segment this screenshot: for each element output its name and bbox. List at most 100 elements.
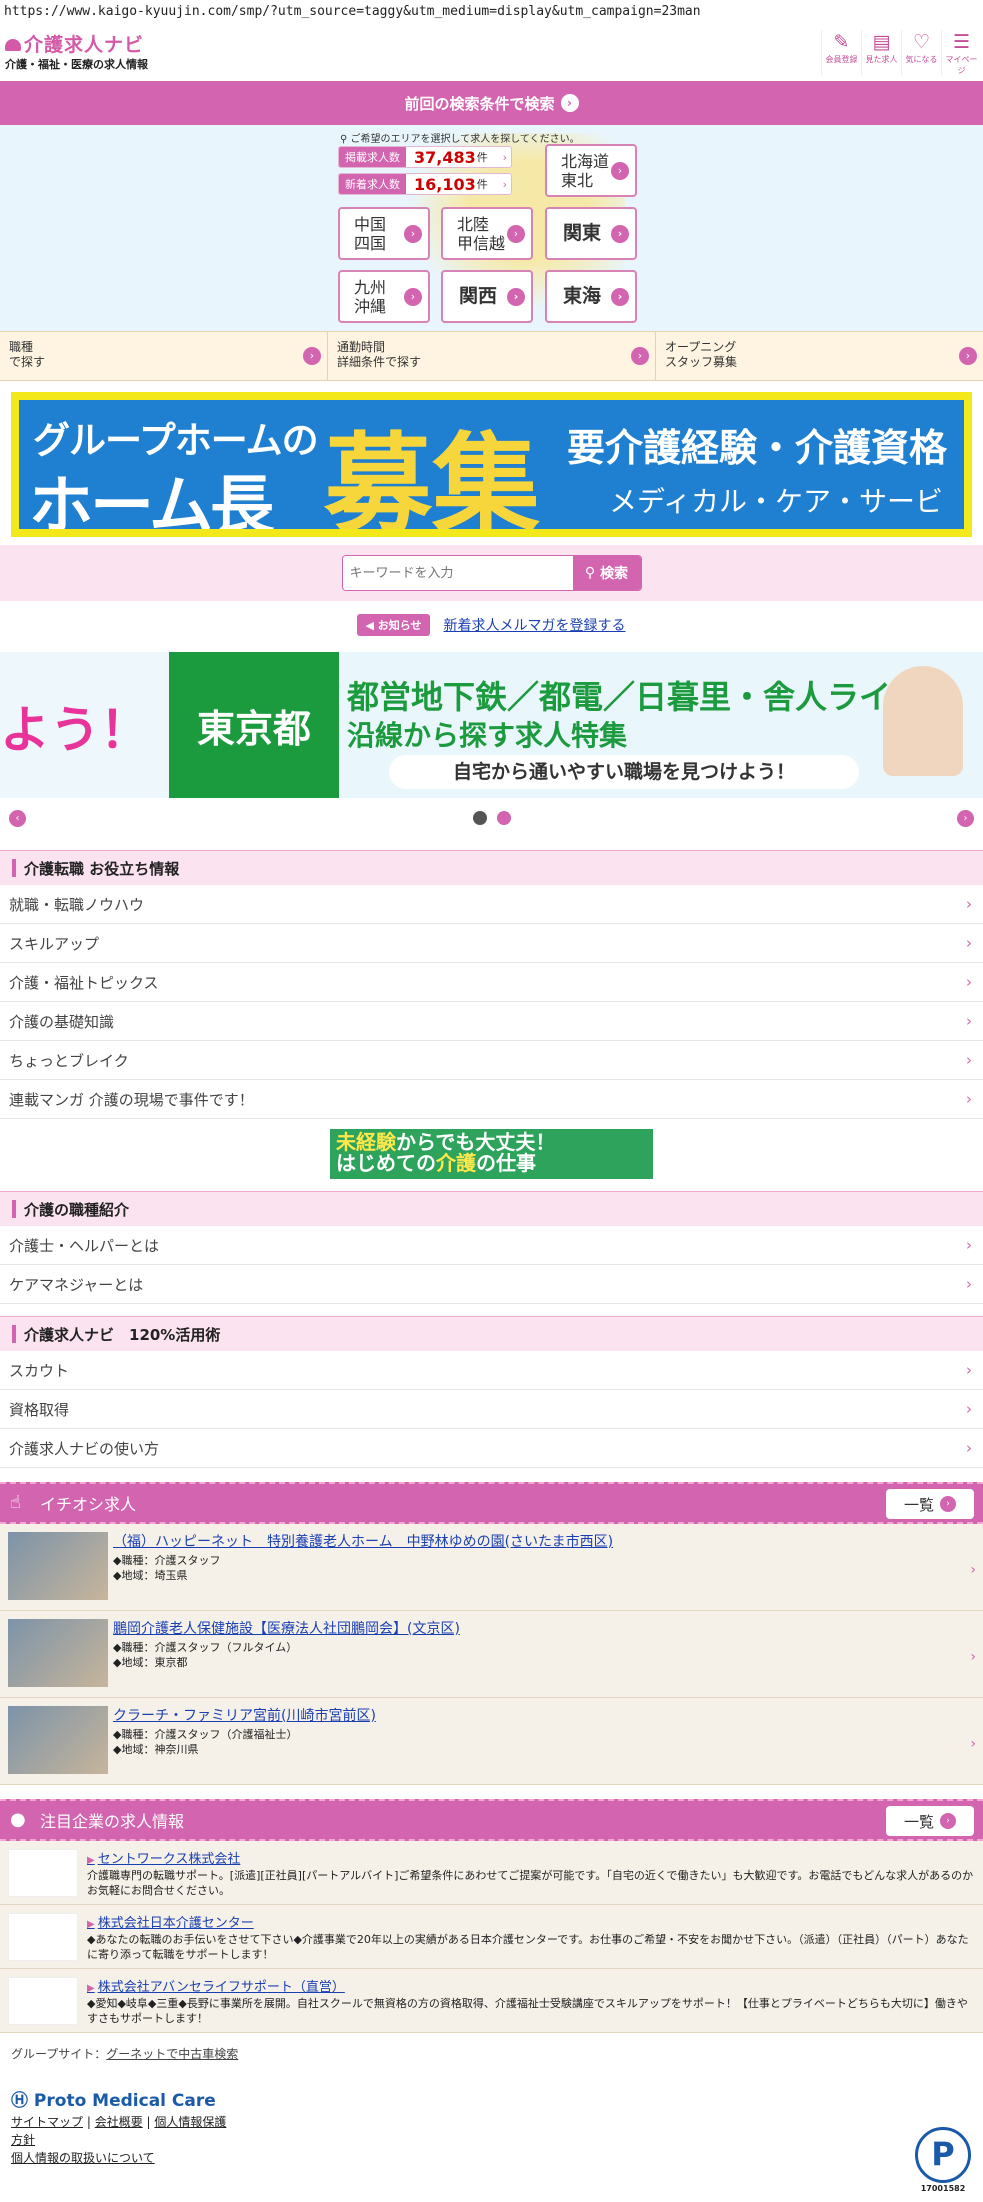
privacy-handling-link[interactable]: 個人情報の取扱いについて [11, 2151, 155, 2165]
news-bar: ◀ お知らせ 新着求人メルマガを登録する [0, 606, 983, 644]
sitemap-link[interactable]: サイトマップ [11, 2115, 83, 2129]
about-link[interactable]: 会社概要 [95, 2115, 143, 2129]
company-logo-text: Ⓗ Proto Medical Care [11, 2091, 216, 2111]
region-chugoku-shikoku[interactable]: 中国 四国 › [338, 207, 430, 260]
chevron-right-icon: › [502, 177, 507, 191]
triangle-right-icon: ▶ [87, 1919, 95, 1930]
pin-icon: ⚲ [340, 134, 348, 145]
search-by-commute[interactable]: 通勤時間 詳細条件で探す › [328, 332, 656, 380]
carousel-next-button[interactable]: › [957, 810, 974, 827]
list-item[interactable]: ケアマネジャーとは › [0, 1265, 983, 1304]
area-hint: ⚲ ご希望のエリアを選択して求人を探してください。 [340, 134, 580, 145]
company-item[interactable]: ▶ 株式会社日本介護センター ◆あなたの転職のお手伝いをさせて下さい◆介護事業で2… [0, 1905, 983, 1969]
search-button[interactable]: ⚲ 検索 [572, 556, 641, 590]
nav-favorites[interactable]: ♡ 気になる [901, 30, 941, 76]
search-icon: ⚲ [584, 565, 596, 581]
carousel-prev-button[interactable]: ‹ [9, 810, 26, 827]
pencil-icon: ✎ [833, 31, 850, 53]
region-kanto[interactable]: 関東 › [545, 207, 637, 260]
company-item[interactable]: ▶ セントワークス株式会社 介護職専門の転職サポート。[派遣][正社員][パートア… [0, 1841, 983, 1905]
list-item[interactable]: スキルアップ › [0, 924, 983, 963]
section-useful-info: 介護転職 お役立ち情報 [0, 850, 983, 885]
list-item[interactable]: 介護・福祉トピックス › [0, 963, 983, 1002]
chevron-right-icon: › [966, 1236, 972, 1254]
keyword-input[interactable] [342, 556, 573, 590]
site-logo[interactable]: 介護求人ナビ 介護・福祉・医療の求人情報 [5, 30, 148, 72]
logo-tagline: 介護・福祉・医療の求人情報 [5, 58, 148, 71]
chevron-right-icon: › [966, 973, 972, 991]
company-link[interactable]: ▶ セントワークス株式会社 [87, 1852, 240, 1867]
job-card[interactable]: （福）ハッピーネット 特別養護老人ホーム 中野林ゆめの園(さいたま市西区) ◆職… [0, 1524, 983, 1611]
list-item[interactable]: 連載マンガ 介護の現場で事件です！ › [0, 1080, 983, 1119]
companies-all-button[interactable]: 一覧 › [886, 1806, 974, 1836]
newsletter-link[interactable]: 新着求人メルマガを登録する [444, 615, 626, 635]
region-tokai[interactable]: 東海 › [545, 270, 637, 323]
triangle-right-icon: ▶ [87, 1983, 95, 1994]
chevron-right-icon: › [970, 1562, 976, 1578]
list-item[interactable]: 介護求人ナビの使い方 › [0, 1429, 983, 1468]
calendar-icon: ▤ [872, 31, 891, 53]
search-opening-staff[interactable]: オープニング スタッフ募集 › [656, 332, 983, 380]
model-photo [883, 666, 963, 776]
new-count[interactable]: 新着求人数 16,103 件 › [338, 173, 512, 195]
job-photo [8, 1706, 108, 1774]
heart-icon: ♡ [912, 31, 931, 53]
company-link[interactable]: ▶ 株式会社アバンセライフサポート（直営） [87, 1980, 345, 1995]
chevron-right-icon: › [959, 347, 977, 365]
chevron-right-icon: › [970, 1649, 976, 1665]
company-item[interactable]: ▶ 株式会社アバンセライフサポート（直営） ◆愛知◆岐阜◆三重◆長野に事業所を展開… [0, 1969, 983, 2033]
feature-carousel[interactable]: よう！ 東京都 都営地下鉄／都電／日暮里・舎人ライナー 沿線から探す求人特集 自… [0, 652, 983, 798]
list-item[interactable]: 介護士・ヘルパーとは › [0, 1226, 983, 1265]
nav-mypage[interactable]: ☰ マイページ [941, 30, 981, 76]
triangle-right-icon: ▶ [87, 1855, 95, 1866]
nav-register[interactable]: ✎ 会員登録 [821, 30, 861, 76]
carousel-dots: ‹ › [0, 798, 983, 838]
previous-search-button[interactable]: 前回の検索条件で検索 › [0, 81, 983, 125]
group-site-link[interactable]: グーネットで中古車検索 [106, 2047, 238, 2061]
company-link[interactable]: ▶ 株式会社日本介護センター [87, 1916, 254, 1931]
keyword-search: ⚲ 検索 [0, 545, 983, 601]
news-tag: ◀ お知らせ [357, 614, 430, 636]
nav-viewed[interactable]: ▤ 見た求人 [861, 30, 901, 76]
total-count[interactable]: 掲載求人数 37,483 件 › [338, 146, 512, 168]
pickup-header: ☝ イチオシ求人 一覧 › [0, 1482, 983, 1524]
url-bar: https://www.kaigo-kyuujin.com/smp/?utm_s… [4, 4, 701, 19]
carousel-dot-2[interactable] [496, 811, 511, 825]
tokyo-tag: 東京都 [169, 652, 339, 798]
list-item[interactable]: 資格取得 › [0, 1390, 983, 1429]
company-logo [8, 1913, 78, 1961]
region-hokkaido-tohoku[interactable]: 北海道 東北 › [545, 144, 637, 197]
area-search: ⚲ ご希望のエリアを選択して求人を探してください。 掲載求人数 37,483 件 › … [0, 125, 983, 331]
group-home-banner[interactable]: グループホームの ホーム長 募集 要介護経験・介護資格 メディカル・ケア・サービ… [11, 392, 972, 537]
carousel-dot-1[interactable] [472, 811, 487, 825]
chevron-right-icon: › [611, 287, 629, 306]
chevron-right-icon: › [966, 1012, 972, 1030]
job-card[interactable]: 鵬岡介護老人保健施設【医療法人社団鵬岡会】(文京区) ◆職種：介護スタッフ（フル… [0, 1611, 983, 1698]
job-title-link[interactable]: 鵬岡介護老人保健施設【医療法人社団鵬岡会】(文京区) [113, 1618, 460, 1638]
policy-link[interactable]: 方針 [11, 2133, 35, 2147]
chevron-right-icon: › [303, 347, 321, 365]
privacy-policy-link[interactable]: 個人情報保護 [154, 2115, 226, 2129]
job-title-link[interactable]: （福）ハッピーネット 特別養護老人ホーム 中野林ゆめの園(さいたま市西区) [113, 1531, 613, 1551]
chevron-right-icon: › [966, 1439, 972, 1457]
job-photo [8, 1532, 108, 1600]
chevron-right-icon: › [970, 1736, 976, 1752]
list-item[interactable]: 就職・転職ノウハウ › [0, 885, 983, 924]
list-item[interactable]: 介護の基礎知識 › [0, 1002, 983, 1041]
beginner-banner[interactable]: 未経験からでも大丈夫！ はじめての介護の仕事 [0, 1129, 983, 1179]
list-item[interactable]: スカウト › [0, 1351, 983, 1390]
chevron-right-icon: › [966, 934, 972, 952]
companies-header: ● 注目企業の求人情報 一覧 › [0, 1799, 983, 1841]
header-nav: ✎ 会員登録 ▤ 見た求人 ♡ 気になる ☰ マイページ [821, 30, 981, 76]
chevron-right-icon: › [560, 94, 579, 112]
job-title-link[interactable]: クラーチ・ファミリア宮前(川崎市宮前区) [113, 1705, 376, 1725]
list-item[interactable]: ちょっとブレイク › [0, 1041, 983, 1080]
pickup-all-button[interactable]: 一覧 › [886, 1489, 974, 1519]
region-kansai[interactable]: 関西 › [441, 270, 533, 323]
search-by-jobtype[interactable]: 職種 で探す › [0, 332, 328, 380]
region-hokuriku[interactable]: 北陸 甲信越 › [441, 207, 533, 260]
chevron-right-icon: › [966, 1400, 972, 1418]
job-card[interactable]: クラーチ・ファミリア宮前(川崎市宮前区) ◆職種：介護スタッフ（介護福祉士） ◆地… [0, 1698, 983, 1785]
region-kyushu-okinawa[interactable]: 九州 沖縄 › [338, 270, 430, 323]
chevron-right-icon: › [966, 1361, 972, 1379]
